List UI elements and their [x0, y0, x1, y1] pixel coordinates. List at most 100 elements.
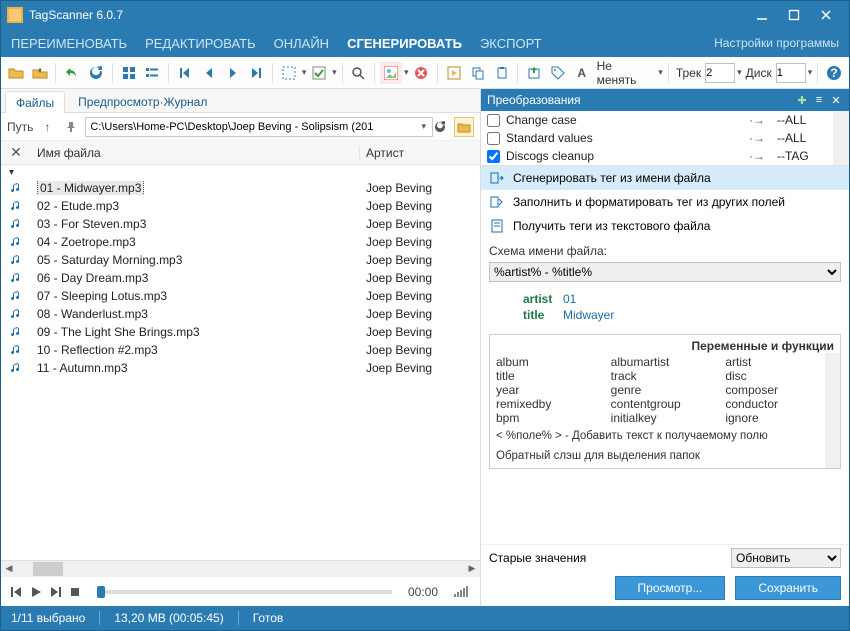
menu-transform-icon[interactable]: ≡: [812, 93, 826, 107]
table-row[interactable]: 08 - Wanderlust.mp3 Joep Beving: [1, 305, 480, 323]
minimize-button[interactable]: [753, 6, 771, 24]
action-fill-format[interactable]: Заполнить и форматировать тег из других …: [481, 190, 849, 214]
file-list[interactable]: 01 - Midwayer.mp3 Joep Beving 02 - Etude…: [1, 179, 480, 560]
check-icon[interactable]: [308, 62, 330, 84]
table-row[interactable]: 09 - The Light She Brings.mp3 Joep Bevin…: [1, 323, 480, 341]
variable-item[interactable]: bpm: [496, 411, 605, 425]
variable-item[interactable]: ignore: [725, 411, 834, 425]
menu-export[interactable]: ЭКСПОРТ: [480, 36, 542, 51]
variable-item[interactable]: year: [496, 383, 605, 397]
nochange-dropdown[interactable]: ▾: [658, 67, 663, 78]
delete-icon[interactable]: [411, 62, 433, 84]
play-icon[interactable]: [29, 585, 43, 599]
table-row[interactable]: 04 - Zoetrope.mp3 Joep Beving: [1, 233, 480, 251]
variable-item[interactable]: conductor: [725, 397, 834, 411]
undo-icon[interactable]: [61, 62, 83, 84]
transform-row[interactable]: Discogs cleanup ·→ --TAG: [481, 147, 833, 165]
transform-row[interactable]: Change case ·→ --ALL: [481, 111, 833, 129]
h-scrollbar[interactable]: ◀ ▶: [1, 560, 480, 576]
path-input[interactable]: [85, 117, 433, 137]
tag-icon[interactable]: [547, 62, 569, 84]
table-row[interactable]: 06 - Day Dream.mp3 Joep Beving: [1, 269, 480, 287]
menu-generate[interactable]: СГЕНЕРИРОВАТЬ: [347, 36, 462, 51]
variable-item[interactable]: composer: [725, 383, 834, 397]
art-icon[interactable]: [380, 62, 402, 84]
menu-settings[interactable]: Настройки программы: [714, 36, 839, 50]
copy-icon[interactable]: [467, 62, 489, 84]
table-row[interactable]: 02 - Etude.mp3 Joep Beving: [1, 197, 480, 215]
variable-item[interactable]: title: [496, 369, 605, 383]
paste-icon[interactable]: [491, 62, 513, 84]
action-generate-from-name[interactable]: Сгенерировать тег из имени файла: [481, 166, 849, 190]
grid-view-icon[interactable]: [118, 62, 140, 84]
menu-edit[interactable]: РЕДАКТИРОВАТЬ: [145, 36, 256, 51]
run-icon[interactable]: [443, 62, 465, 84]
track-value[interactable]: [705, 63, 735, 83]
variable-item[interactable]: albumartist: [611, 355, 720, 369]
path-up-icon[interactable]: ↑: [37, 117, 57, 137]
prev-track-icon[interactable]: [9, 585, 23, 599]
action-from-textfile[interactable]: Получить теги из текстового файла: [481, 214, 849, 238]
scheme-select[interactable]: %artist% - %title%: [489, 262, 841, 282]
nav-prev-icon[interactable]: [198, 62, 220, 84]
variable-item[interactable]: genre: [611, 383, 720, 397]
variable-item[interactable]: album: [496, 355, 605, 369]
menu-rename[interactable]: ПЕРЕИМЕНОВАТЬ: [11, 36, 127, 51]
transforms-scrollbar[interactable]: [833, 111, 849, 165]
maximize-button[interactable]: [785, 6, 803, 24]
tab-preview[interactable]: Предпросмотр · Журнал: [67, 90, 218, 112]
variable-item[interactable]: remixedby: [496, 397, 605, 411]
path-refresh-icon[interactable]: [430, 117, 450, 137]
table-row[interactable]: 01 - Midwayer.mp3 Joep Beving: [1, 179, 480, 197]
variable-item[interactable]: track: [611, 369, 720, 383]
table-row[interactable]: 03 - For Steven.mp3 Joep Beving: [1, 215, 480, 233]
folder-open-icon[interactable]: [5, 62, 27, 84]
transform-checkbox[interactable]: [487, 114, 500, 127]
variables-scrollbar[interactable]: [825, 353, 840, 468]
nav-next-icon[interactable]: [222, 62, 244, 84]
table-row[interactable]: 11 - Autumn.mp3 Joep Beving: [1, 359, 480, 377]
folder-up-icon[interactable]: [29, 62, 51, 84]
transform-row[interactable]: Standard values ·→ --ALL: [481, 129, 833, 147]
add-transform-icon[interactable]: ✚: [795, 93, 809, 107]
col-artist[interactable]: Артист: [360, 146, 480, 160]
table-row[interactable]: 05 - Saturday Morning.mp3 Joep Beving: [1, 251, 480, 269]
table-row[interactable]: 07 - Sleeping Lotus.mp3 Joep Beving: [1, 287, 480, 305]
variable-item[interactable]: artist: [725, 355, 834, 369]
preview-button[interactable]: Просмотр...: [615, 576, 726, 600]
save-button[interactable]: Сохранить: [735, 576, 841, 600]
list-view-icon[interactable]: [142, 62, 164, 84]
transform-checkbox[interactable]: [487, 150, 500, 163]
player-bar: 00:00: [1, 576, 480, 606]
textfile-icon: [489, 218, 505, 234]
variable-item[interactable]: initialkey: [611, 411, 720, 425]
search-icon[interactable]: [348, 62, 370, 84]
col-filename[interactable]: Имя файла: [31, 146, 360, 160]
close-panel-icon[interactable]: ✕: [829, 93, 843, 107]
variable-item[interactable]: disc: [725, 369, 834, 383]
disc-value[interactable]: [776, 63, 806, 83]
path-pin-icon[interactable]: [61, 117, 81, 137]
nav-last-icon[interactable]: [245, 62, 267, 84]
old-values-select[interactable]: Обновить: [731, 548, 841, 568]
stop-icon[interactable]: [69, 586, 81, 598]
next-track-icon[interactable]: [49, 585, 63, 599]
seek-slider[interactable]: [97, 590, 392, 594]
nav-first-icon[interactable]: [174, 62, 196, 84]
tab-files[interactable]: Файлы: [5, 91, 65, 113]
path-folder-icon[interactable]: [454, 117, 474, 137]
volume-icon[interactable]: [454, 586, 468, 597]
refresh-icon[interactable]: [85, 62, 107, 84]
shuffle-icon[interactable]: ✕: [1, 144, 31, 161]
export-icon[interactable]: [523, 62, 545, 84]
list-dropdown-icon[interactable]: ▾: [9, 167, 14, 178]
old-values-label: Старые значения: [489, 551, 586, 565]
case-icon[interactable]: A: [571, 62, 593, 84]
table-row[interactable]: 10 - Reflection #2.mp3 Joep Beving: [1, 341, 480, 359]
close-button[interactable]: [817, 6, 835, 24]
menu-online[interactable]: ОНЛАЙН: [274, 36, 329, 51]
select-all-icon[interactable]: [278, 62, 300, 84]
transform-checkbox[interactable]: [487, 132, 500, 145]
variable-item[interactable]: contentgroup: [611, 397, 720, 411]
help-icon[interactable]: ?: [823, 62, 845, 84]
